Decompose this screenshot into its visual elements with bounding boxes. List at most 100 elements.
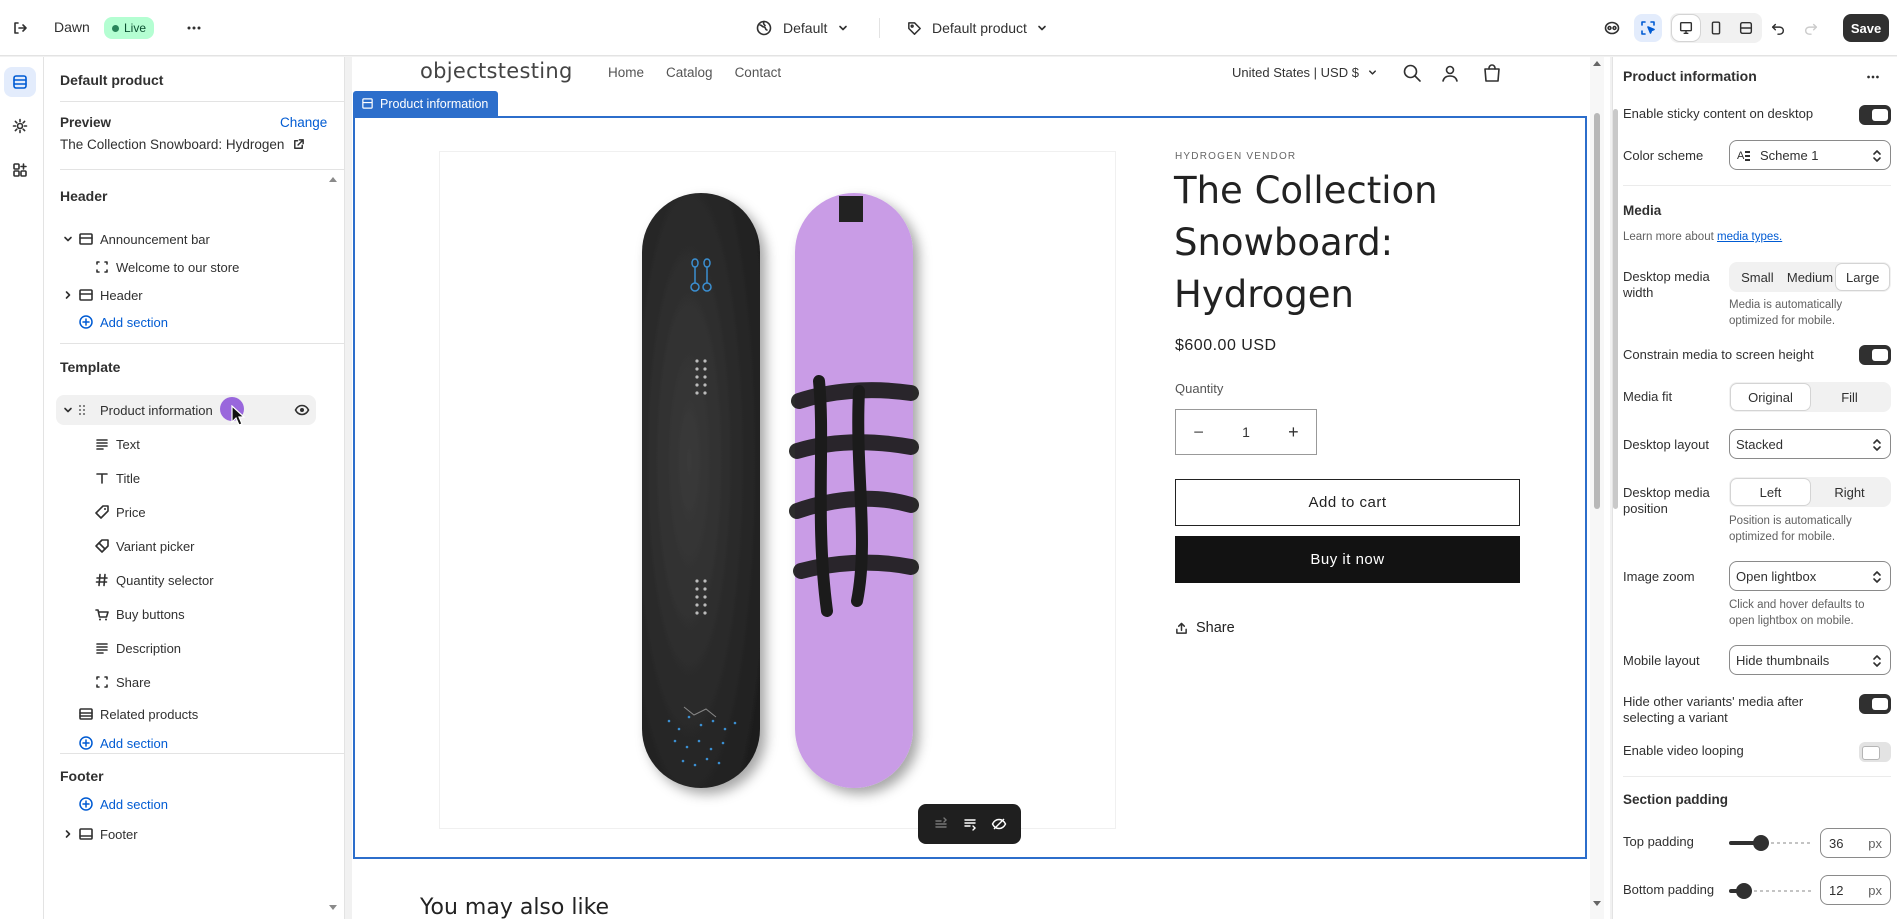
tree-item-product-information[interactable]: Product information: [56, 395, 316, 425]
tree-item-variant-picker[interactable]: Variant picker: [44, 531, 344, 561]
search-icon[interactable]: [1402, 63, 1422, 83]
hide-eye-icon[interactable]: [991, 816, 1007, 832]
preview-product-name: The Collection Snowboard: Hydrogen: [60, 137, 285, 152]
scroll-down-icon[interactable]: [1593, 901, 1601, 906]
tree-item-price[interactable]: Price: [44, 497, 344, 527]
nav-link-catalog[interactable]: Catalog: [666, 65, 713, 80]
eye-icon[interactable]: [294, 402, 310, 418]
exit-icon[interactable]: [6, 14, 34, 42]
desktop-layout-select[interactable]: Stacked: [1729, 429, 1891, 459]
preview-product-link[interactable]: The Collection Snowboard: Hydrogen: [60, 137, 305, 152]
media-fit-original-option[interactable]: Original: [1731, 384, 1810, 410]
color-scheme-select[interactable]: A Scheme 1: [1729, 140, 1891, 170]
cart-icon[interactable]: [1482, 63, 1502, 83]
desktop-view-icon[interactable]: [1672, 15, 1700, 41]
add-section-footer-button[interactable]: Add section: [44, 789, 344, 819]
media-width-medium-option[interactable]: Medium: [1784, 264, 1837, 290]
chevron-right-icon[interactable]: [62, 828, 74, 840]
mobile-view-icon[interactable]: [1702, 15, 1730, 41]
mobile-layout-select[interactable]: Hide thumbnails: [1729, 645, 1891, 675]
account-icon[interactable]: [1440, 63, 1460, 83]
sticky-content-toggle[interactable]: [1859, 105, 1891, 125]
media-fit-fill-option[interactable]: Fill: [1810, 384, 1889, 410]
tree-item-buy-buttons[interactable]: Buy buttons: [44, 599, 344, 629]
tree-item-label: Quantity selector: [116, 572, 214, 588]
bottom-padding-input[interactable]: 12 px: [1820, 875, 1891, 905]
scroll-down-icon[interactable]: [329, 905, 337, 910]
tree-item-footer[interactable]: Footer: [44, 819, 344, 849]
select-arrows-icon: [1873, 150, 1881, 162]
locale-selector[interactable]: United States | USD $: [1232, 65, 1378, 80]
editor-nav-rail: [0, 57, 44, 919]
quantity-input[interactable]: 1: [1221, 424, 1270, 440]
title-t-icon: [96, 473, 108, 484]
tree-item-text[interactable]: Text: [44, 429, 344, 459]
desktop-media-width-label: Desktop media width: [1623, 269, 1710, 300]
image-zoom-select[interactable]: Open lightbox: [1729, 561, 1891, 591]
add-to-cart-button[interactable]: Add to cart: [1175, 479, 1520, 526]
fullscreen-view-icon[interactable]: [1732, 15, 1760, 41]
app-embed-icon[interactable]: [1598, 14, 1626, 42]
hide-variants-toggle[interactable]: [1859, 694, 1891, 714]
tree-item-title[interactable]: Title: [44, 463, 344, 493]
scroll-up-icon[interactable]: [329, 177, 337, 182]
mobile-layout-value: Hide thumbnails: [1736, 652, 1830, 668]
nav-link-contact[interactable]: Contact: [735, 65, 782, 80]
move-up-icon[interactable]: [933, 816, 949, 832]
market-select[interactable]: Default: [755, 14, 849, 42]
theme-settings-icon[interactable]: [4, 111, 36, 141]
tree-item-description[interactable]: Description: [44, 633, 344, 663]
more-actions-icon[interactable]: [180, 14, 208, 42]
related-heading: You may also like: [420, 895, 610, 919]
more-actions-icon[interactable]: [1859, 63, 1887, 91]
top-padding-input[interactable]: 36 px: [1820, 828, 1891, 858]
chevron-down-icon[interactable]: [62, 404, 74, 416]
apps-icon[interactable]: [4, 155, 36, 185]
inspector-icon[interactable]: [1634, 14, 1662, 42]
top-padding-slider[interactable]: [1729, 835, 1813, 851]
template-select[interactable]: Default product: [906, 14, 1048, 42]
panel-scrollbar-thumb[interactable]: [1613, 109, 1618, 509]
tree-item-header[interactable]: Header: [44, 280, 344, 310]
desktop-layout-value: Stacked: [1736, 436, 1783, 452]
media-width-large-option[interactable]: Large: [1836, 264, 1890, 290]
save-button[interactable]: Save: [1843, 14, 1889, 42]
section-layout-icon: [79, 289, 93, 301]
slider-thumb[interactable]: [1736, 883, 1752, 899]
sections-icon[interactable]: [4, 67, 36, 97]
slider-thumb[interactable]: [1753, 835, 1769, 851]
tree-item-label: Footer: [100, 826, 138, 842]
media-width-small-option[interactable]: Small: [1731, 264, 1784, 290]
chevron-right-icon[interactable]: [62, 289, 74, 301]
bottom-padding-slider[interactable]: [1729, 883, 1813, 899]
select-arrows-icon: [1873, 439, 1881, 451]
quantity-decrease-button[interactable]: −: [1176, 422, 1221, 443]
quantity-increase-button[interactable]: +: [1271, 422, 1316, 443]
redo-icon[interactable]: [1797, 14, 1825, 42]
constrain-media-toggle[interactable]: [1859, 345, 1891, 365]
share-button[interactable]: Share: [1175, 620, 1235, 636]
hide-variants-label: Hide other variants' media after selecti…: [1623, 694, 1804, 725]
variant-picker-icon: [95, 539, 109, 553]
media-position-left-option[interactable]: Left: [1731, 479, 1810, 505]
change-preview-link[interactable]: Change: [280, 115, 327, 130]
chevron-down-icon[interactable]: [62, 233, 74, 245]
tree-item-quantity-selector[interactable]: Quantity selector: [44, 565, 344, 595]
scrollbar-thumb[interactable]: [1594, 113, 1600, 509]
move-down-icon[interactable]: [962, 816, 978, 832]
buy-now-button[interactable]: Buy it now: [1175, 536, 1520, 583]
tree-item-share[interactable]: Share: [44, 667, 344, 697]
store-logo[interactable]: objectstesting: [420, 59, 573, 83]
section-tag[interactable]: Product information: [353, 91, 499, 116]
add-section-header-button[interactable]: Add section: [44, 307, 344, 337]
drag-handle-icon[interactable]: [76, 402, 88, 418]
media-position-right-option[interactable]: Right: [1810, 479, 1889, 505]
tree-item-announcement-bar[interactable]: Announcement bar: [44, 224, 344, 254]
tree-item-related-products[interactable]: Related products: [44, 699, 344, 729]
undo-icon[interactable]: [1764, 14, 1792, 42]
video-looping-toggle[interactable]: [1859, 742, 1891, 762]
tree-item-welcome-block[interactable]: Welcome to our store: [44, 252, 344, 282]
nav-link-home[interactable]: Home: [608, 65, 644, 80]
scroll-up-icon[interactable]: [1593, 61, 1601, 66]
media-types-link[interactable]: media types.: [1717, 231, 1782, 243]
